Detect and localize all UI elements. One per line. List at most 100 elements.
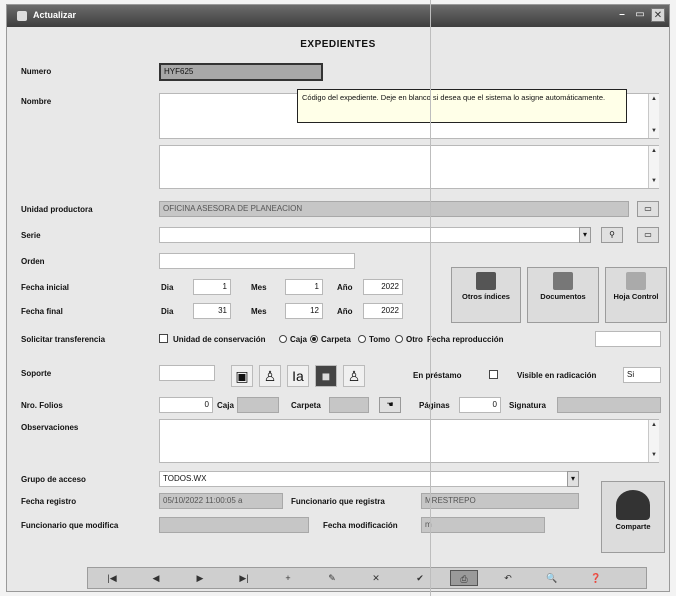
close-button[interactable]: ✕ [651, 8, 665, 22]
label-funcionario-modifica: Funcionario que modifica [21, 521, 119, 530]
radio-tomo[interactable] [358, 335, 366, 343]
serie-select[interactable] [159, 227, 591, 243]
visible-select[interactable]: Si [623, 367, 661, 383]
sheet-icon [626, 272, 646, 290]
label-soporte: Soporte [21, 369, 52, 378]
users-icon [616, 490, 650, 520]
otros-indices-button[interactable]: Otros índices [451, 267, 521, 323]
radio-carpeta[interactable] [310, 335, 318, 343]
documentos-button[interactable]: Documentos [527, 267, 599, 323]
binoculars-icon[interactable]: ⚲ [601, 227, 623, 243]
funcionario-modifica-field[interactable] [159, 517, 309, 533]
undo-button[interactable]: ↶ [494, 570, 522, 586]
maximize-button[interactable]: ▭ [633, 8, 647, 22]
radio-caja[interactable] [279, 335, 287, 343]
fecha-modificacion-field[interactable]: m [421, 517, 545, 533]
label-serie: Serie [21, 231, 41, 240]
label-dia: Dia [161, 283, 174, 292]
document-search-icon [476, 272, 496, 290]
soporte-field[interactable] [159, 365, 215, 381]
fecha-inicial-mes[interactable]: 1 [285, 279, 323, 295]
last-record-button[interactable]: ▶| [230, 570, 258, 586]
label-unidad-conservacion: Unidad de conservación [173, 335, 266, 344]
print-button[interactable]: ⎙ [450, 570, 478, 586]
nombre-scrollbar[interactable]: ▲ ▼ [648, 94, 659, 138]
label-caja-folios: Caja [217, 401, 234, 410]
label-folios: Nro. Folios [21, 401, 63, 410]
numero-field[interactable]: HYF625 [159, 63, 323, 81]
fecha-inicial-dia[interactable]: 1 [193, 279, 231, 295]
app-icon [17, 11, 27, 21]
label-orden: Orden [21, 257, 45, 266]
box-icon[interactable]: ▣ [231, 365, 253, 387]
previous-record-button[interactable]: ◀ [142, 570, 170, 586]
dark-panel-icon[interactable]: ■ [315, 365, 337, 387]
next-record-button[interactable]: ▶ [186, 570, 214, 586]
label-fecha-modificacion: Fecha modificación [323, 521, 398, 530]
fecha-final-anio[interactable]: 2022 [363, 303, 403, 319]
observaciones-field[interactable] [159, 419, 659, 463]
numero-tooltip: Código del expediente. Deje en blanco si… [297, 89, 627, 123]
fecha-registro-field[interactable]: 05/10/2022 11:00:05 a [159, 493, 283, 509]
label-fecha-final: Fecha final [21, 307, 63, 316]
folder-icon [553, 272, 573, 290]
label-fecha-reproduccion: Fecha reproducción [427, 335, 504, 344]
serie-lookup-button[interactable]: ▭ [637, 227, 659, 243]
window-title: Actualizar [33, 10, 77, 20]
label-anio: Año [337, 307, 353, 316]
en-prestamo-checkbox[interactable] [489, 370, 498, 379]
minimize-button[interactable]: – [615, 8, 629, 22]
label-signatura: Signatura [509, 401, 546, 410]
hand-icon[interactable]: ☚ [379, 397, 401, 413]
comparte-button[interactable]: Comparte [601, 481, 665, 553]
label-funcionario-registra: Funcionario que registra [291, 497, 385, 506]
fecha-final-dia[interactable]: 31 [193, 303, 231, 319]
carpeta-field[interactable] [329, 397, 369, 413]
grupo-dropdown-icon[interactable]: ▾ [567, 471, 579, 487]
funcionario-registra-field[interactable]: MRESTREPO [421, 493, 579, 509]
nombre-secondary-field[interactable] [159, 145, 659, 189]
signatura-field[interactable] [557, 397, 661, 413]
search-button[interactable]: 🔍 [538, 570, 566, 586]
label-nombre: Nombre [21, 97, 52, 106]
secondary-scrollbar[interactable]: ▲ ▼ [648, 146, 659, 188]
text-icon[interactable]: Ia [287, 365, 309, 387]
label-numero: Numero [21, 67, 52, 76]
label-visible: Visible en radicación [517, 371, 597, 380]
fecha-final-mes[interactable]: 12 [285, 303, 323, 319]
record-navigation-bar: |◀ ◀ ▶ ▶| + ✎ ✕ ✔ ⎙ ↶ 🔍 ❓ [87, 567, 647, 589]
help-button[interactable]: ❓ [582, 570, 610, 586]
unidad-lookup-button[interactable]: ▭ [637, 201, 659, 217]
person-sort-icon[interactable]: ♙ [259, 365, 281, 387]
observaciones-scrollbar[interactable]: ▲ ▼ [648, 420, 659, 462]
label-anio: Año [337, 283, 353, 292]
person-icon[interactable]: ♙ [343, 365, 365, 387]
radio-otro[interactable] [395, 335, 403, 343]
title-bar: Actualizar – ▭ ✕ [7, 5, 669, 27]
page-title: EXPEDIENTES [300, 39, 376, 50]
edit-record-button[interactable]: ✎ [318, 570, 346, 586]
delete-record-button[interactable]: ✕ [362, 570, 390, 586]
app-window: Actualizar – ▭ ✕ EXPEDIENTES Numero HYF6… [6, 4, 670, 592]
grupo-select[interactable]: TODOS.WX [159, 471, 579, 487]
label-grupo: Grupo de acceso [21, 475, 86, 484]
fecha-inicial-anio[interactable]: 2022 [363, 279, 403, 295]
label-tomo: Tomo [369, 335, 391, 344]
serie-dropdown-icon[interactable]: ▾ [579, 227, 591, 243]
label-paginas: Páginas [419, 401, 450, 410]
caja-field[interactable] [237, 397, 279, 413]
unidad-field[interactable]: OFICINA ASESORA DE PLANEACION [159, 201, 629, 217]
orden-field[interactable] [159, 253, 355, 269]
hoja-control-button[interactable]: Hoja Control [605, 267, 667, 323]
add-record-button[interactable]: + [274, 570, 302, 586]
fecha-reproduccion-field[interactable] [595, 331, 661, 347]
label-unidad: Unidad productora [21, 205, 93, 214]
label-dia: Dia [161, 307, 174, 316]
solicitar-checkbox[interactable] [159, 334, 168, 343]
first-record-button[interactable]: |◀ [98, 570, 126, 586]
paginas-field[interactable]: 0 [459, 397, 501, 413]
label-carpeta-folios: Carpeta [291, 401, 321, 410]
folios-field[interactable]: 0 [159, 397, 213, 413]
label-en-prestamo: En préstamo [413, 371, 462, 380]
label-mes: Mes [251, 283, 267, 292]
